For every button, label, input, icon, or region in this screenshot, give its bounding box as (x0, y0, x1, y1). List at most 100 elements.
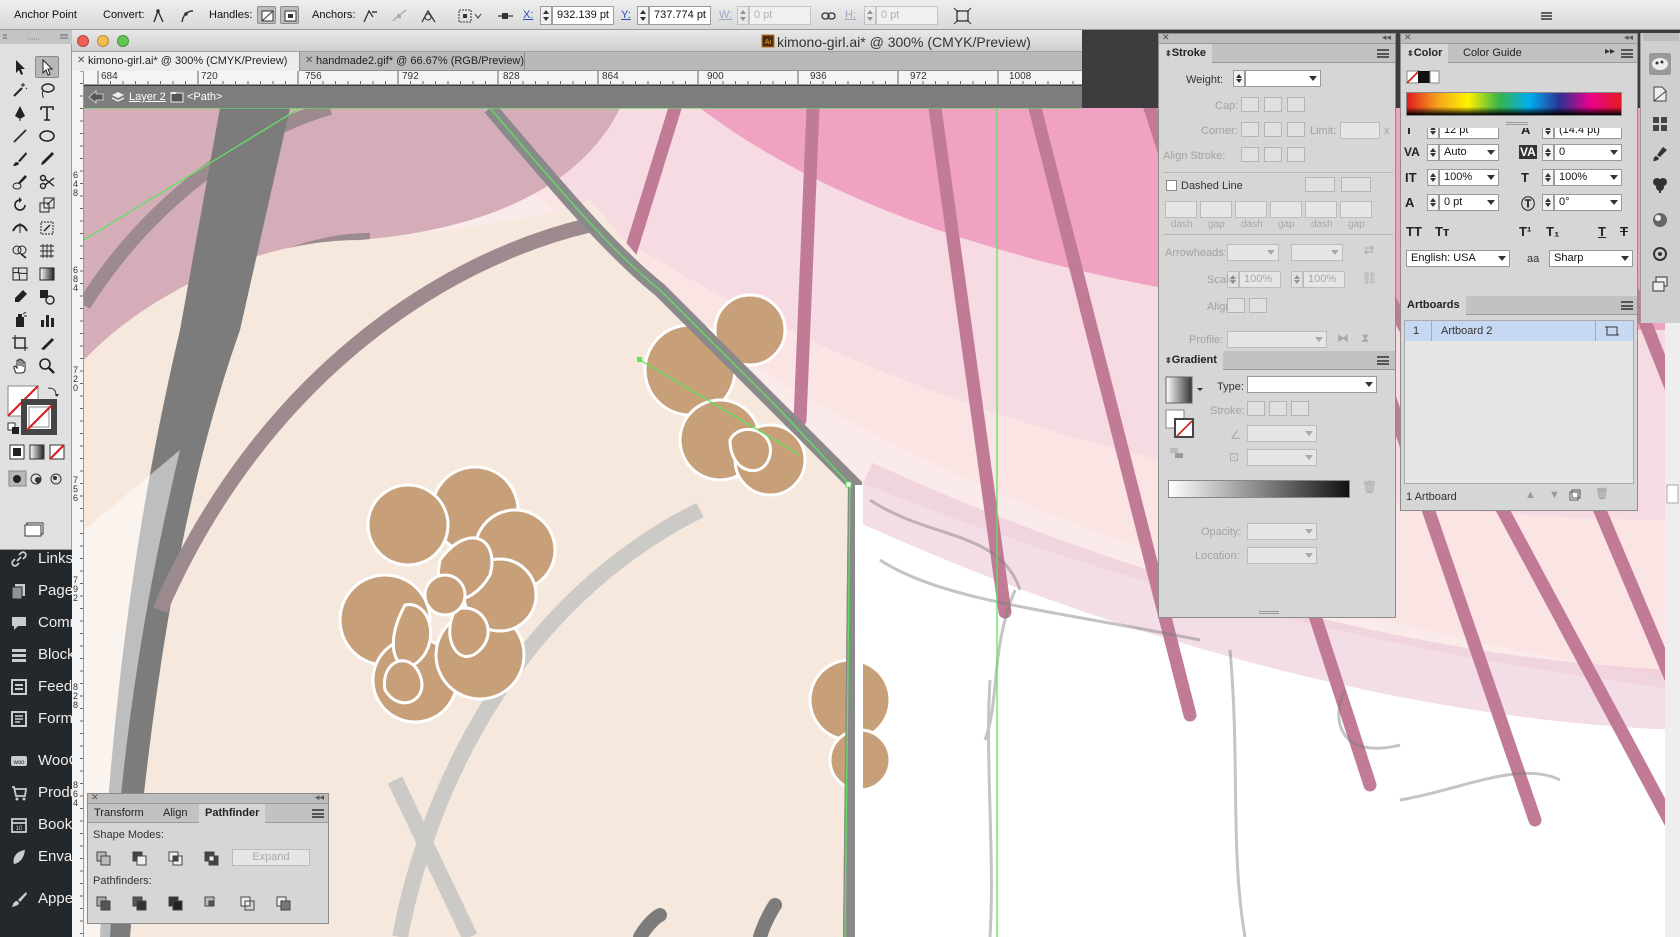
tab-color[interactable]: ⬍Color (1401, 44, 1449, 63)
gradient-stroke-across-button[interactable] (1291, 401, 1309, 416)
projecting-cap-button[interactable] (1287, 97, 1305, 112)
small-caps-button[interactable]: Tт (1435, 224, 1449, 239)
superscript-button[interactable]: T¹ (1519, 224, 1531, 239)
arrow-tip-extend-button[interactable] (1227, 298, 1245, 313)
baseline-shift-field[interactable]: 0 pt (1439, 194, 1499, 211)
gradient-stroke-within-button[interactable] (1247, 401, 1265, 416)
move-down-icon[interactable]: ▼ (1549, 489, 1560, 501)
w-stepper[interactable] (737, 6, 749, 25)
link-scale-icon[interactable]: ⛓ (1362, 271, 1377, 285)
weight-field[interactable] (1245, 70, 1321, 87)
align-center-button[interactable] (1241, 147, 1259, 162)
type-tool[interactable] (35, 102, 59, 124)
blob-brush-tool[interactable] (8, 171, 32, 193)
breadcrumb-layer[interactable]: Layer 2 (129, 91, 166, 103)
vertical-ruler[interactable]: 648 684 720 756 792 828 864 (72, 71, 84, 937)
panel-resize-grip[interactable] (1506, 122, 1528, 125)
rotate-tool[interactable] (8, 194, 32, 216)
round-join-button[interactable] (1264, 122, 1282, 137)
horizontal-scale-stepper[interactable] (1542, 169, 1554, 186)
cut-path-icon[interactable] (418, 6, 437, 24)
constrain-link-icon[interactable] (818, 6, 837, 24)
gap-field-1[interactable] (1200, 201, 1232, 218)
antialias-select[interactable]: Sharp (1549, 250, 1633, 267)
artboard-options-icon[interactable] (1605, 325, 1619, 337)
width-tool[interactable] (8, 217, 32, 239)
scale-end-field[interactable]: 100% (1303, 271, 1345, 288)
align-inside-button[interactable] (1264, 147, 1282, 162)
flip-across-icon[interactable]: ⧗ (1361, 331, 1369, 346)
artboard-name[interactable]: Artboard 2 (1441, 325, 1492, 337)
miter-join-button[interactable] (1241, 122, 1259, 137)
close-panel-icon[interactable]: ✕ (1162, 32, 1170, 43)
tab-align[interactable]: Align (157, 804, 193, 823)
minimize-window-button[interactable] (97, 35, 109, 47)
align-anchor-icon[interactable] (495, 6, 514, 24)
expand-panel-icon[interactable]: ▸▸ (1605, 46, 1615, 57)
mesh-tool[interactable] (8, 263, 32, 285)
tab-color-guide[interactable]: Color Guide (1457, 44, 1528, 63)
fill-stroke-control[interactable] (6, 383, 62, 439)
move-up-icon[interactable]: ▲ (1525, 489, 1536, 501)
panel-dock-bar[interactable]: ✕ ◂◂ (1159, 32, 1395, 44)
panel-dock-bar[interactable]: ✕ ◂◂ (1401, 32, 1637, 44)
horizontal-ruler[interactable]: 684 720 756 792 828 864 900 936 972 1008 (84, 71, 1082, 85)
lasso-tool[interactable] (35, 79, 59, 101)
draw-mode-buttons[interactable] (8, 470, 68, 488)
layers-panel-icon[interactable] (1651, 275, 1669, 293)
convert-to-corner-icon[interactable] (148, 6, 167, 24)
align-outside-button[interactable] (1287, 147, 1305, 162)
paintbrush-tool[interactable] (8, 148, 32, 170)
gradient-swatch-icon[interactable] (1165, 376, 1205, 406)
tab-pathfinder[interactable]: Pathfinder (199, 804, 266, 823)
rotation-stepper[interactable] (1542, 194, 1554, 211)
w-label[interactable]: W: (719, 9, 732, 21)
zoom-tool[interactable] (35, 355, 59, 377)
w-field[interactable]: 0 pt (749, 6, 811, 25)
collapse-panel-icon[interactable]: ◂◂ (1382, 32, 1391, 43)
horizontal-scale-field[interactable]: 100% (1554, 169, 1622, 186)
tab-artboards[interactable]: Artboards (1401, 296, 1466, 315)
panel-menu-icon[interactable] (312, 809, 324, 818)
tab-transform[interactable]: Transform (88, 804, 150, 823)
zoom-window-button[interactable] (117, 35, 129, 47)
isolate-selection-icon[interactable] (455, 6, 483, 24)
close-panel-icon[interactable]: ✕ (1404, 32, 1412, 43)
delete-stop-icon[interactable]: 🗑 (1362, 480, 1377, 494)
profile-select[interactable] (1227, 331, 1327, 348)
wp-menu-woocommerce[interactable]: woo WooCommerce (0, 746, 72, 776)
wp-menu-products[interactable]: Products (0, 778, 72, 808)
hand-tool[interactable] (8, 355, 32, 377)
symbols-icon[interactable] (1651, 175, 1669, 193)
document-info-icon[interactable] (1651, 85, 1669, 103)
rotation-field[interactable]: 0° (1554, 194, 1622, 211)
show-handles-icon[interactable] (257, 6, 276, 24)
brushes-icon[interactable] (1651, 145, 1669, 163)
gradient-tool[interactable] (35, 263, 59, 285)
start-arrowhead-select[interactable] (1227, 244, 1279, 261)
arrow-tip-place-button[interactable] (1249, 298, 1267, 313)
color-spectrum[interactable] (1406, 92, 1622, 116)
close-panel-icon[interactable]: ✕ (91, 792, 99, 803)
y-field[interactable]: 737.774 pt (649, 6, 711, 25)
blend-tool[interactable] (35, 286, 59, 308)
gradient-angle-select[interactable] (1247, 425, 1317, 442)
tracking-field[interactable]: 0 (1554, 144, 1622, 161)
control-menu-icon[interactable] (1536, 6, 1555, 24)
wp-menu-appearance[interactable]: Appearance (0, 884, 72, 914)
strikethrough-button[interactable]: T (1620, 224, 1628, 239)
tab-stroke[interactable]: ⬍Stroke (1159, 44, 1212, 63)
subscript-button[interactable]: T₁ (1546, 224, 1559, 239)
selection-tool[interactable] (8, 56, 32, 78)
eyedropper-tool[interactable] (8, 286, 32, 308)
pen-tool[interactable] (8, 102, 32, 124)
color-palette-icon[interactable] (1649, 53, 1671, 75)
tab-handmade2[interactable]: ✕ handmade2.gif* @ 66.67% (RGB/Preview) (300, 52, 525, 71)
dash-align-button[interactable] (1341, 177, 1371, 192)
x-label[interactable]: X: (523, 9, 533, 21)
new-artboard-icon[interactable] (1569, 489, 1581, 501)
transform-options-icon[interactable] (952, 6, 972, 25)
leading-stepper[interactable] (1542, 128, 1554, 139)
panel-dock-bar[interactable]: ✕ ◂◂ (88, 792, 328, 804)
wp-menu-bookings[interactable]: 10 Bookings (0, 810, 72, 840)
